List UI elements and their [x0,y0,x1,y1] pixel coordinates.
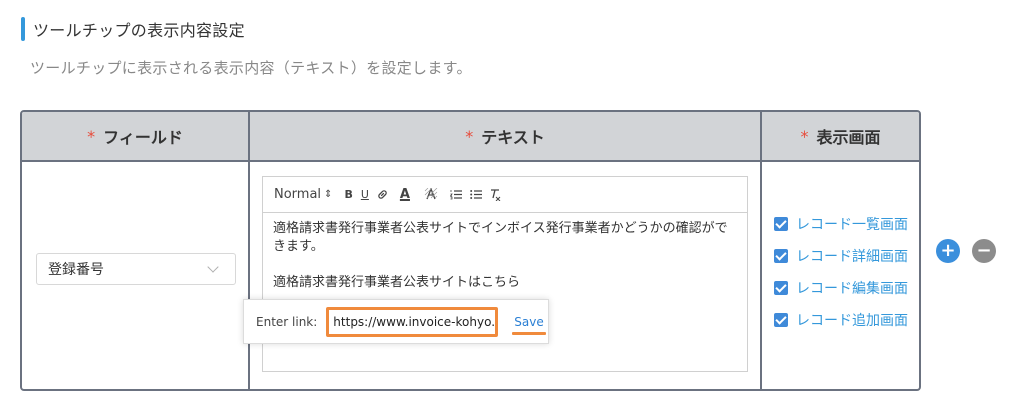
text-color-button[interactable]: A [400,187,410,202]
ordered-list-icon [449,190,462,200]
ordered-list-button[interactable] [449,189,462,200]
sort-arrows-icon: ⇕ [324,189,333,200]
editor-toolbar: Normal ⇕ B U A [263,177,747,213]
checkbox-label: レコード追加画面 [796,313,908,329]
section-title: ツールチップの表示内容設定 [21,17,245,41]
column-divider [760,112,762,389]
chevron-down-icon [207,261,219,273]
field-select-value: 登録番号 [48,262,104,278]
required-mark: * [800,126,809,146]
highlight-button[interactable] [424,188,438,201]
checkbox-label: レコード一覧画面 [796,217,908,233]
checkbox-label: レコード詳細画面 [796,249,908,265]
tooltip-settings-table: * フィールド * テキスト * 表示画面 登録番号 Normal ⇕ B U … [20,110,921,391]
section-description: ツールチップに表示される表示内容（テキスト）を設定します。 [30,59,472,77]
bullet-list-icon [470,190,482,199]
highlight-icon [424,188,438,200]
clear-format-icon [490,188,501,201]
title-accent-bar [21,17,25,41]
link-url-input[interactable]: https://www.invoice-kohyo.n [326,306,499,337]
required-mark: * [465,126,474,146]
link-save-button[interactable]: Save [512,315,547,335]
header-screen: * 表示画面 [762,112,919,162]
bullet-list-button[interactable] [470,189,482,200]
checkbox-label: レコード編集画面 [796,281,908,297]
clear-format-button[interactable] [490,188,501,201]
plus-icon: + [940,240,956,261]
link-button[interactable] [377,189,388,200]
editor-paragraph: 適格請求書発行事業者公表サイトでインボイス発行事業者かどうかの確認ができます。 [273,221,728,254]
editor-empty-line [273,256,737,274]
remove-row-button[interactable]: − [972,239,996,263]
checkbox-detail-screen[interactable]: レコード詳細画面 [774,240,908,272]
editor-content[interactable]: 適格請求書発行事業者公表サイトでインボイス発行事業者かどうかの確認ができます。 … [263,213,747,299]
required-mark: * [87,126,96,146]
add-row-button[interactable]: + [936,239,960,263]
format-dropdown-label: Normal [274,187,322,202]
checkbox-edit-screen[interactable]: レコード編集画面 [774,272,908,304]
column-divider [248,112,250,389]
link-icon [378,190,387,199]
underline-button[interactable]: U [361,188,369,201]
field-select[interactable]: 登録番号 [36,253,236,285]
link-tooltip-popup: Enter link: https://www.invoice-kohyo.n … [243,299,549,344]
screen-checkbox-list: レコード一覧画面 レコード詳細画面 レコード編集画面 レコード追加画面 [774,208,908,336]
checkbox-checked-icon[interactable] [774,249,788,263]
checkbox-add-screen[interactable]: レコード追加画面 [774,304,908,336]
header-text: * テキスト [250,112,760,162]
bold-button[interactable]: B [344,188,352,201]
minus-icon: − [976,240,992,261]
header-screen-label: 表示画面 [816,128,881,147]
header-field-label: フィールド [103,128,183,147]
header-field: * フィールド [22,112,248,162]
link-label: Enter link: [256,314,318,329]
checkbox-list-screen[interactable]: レコード一覧画面 [774,208,908,240]
editor-paragraph: 適格請求書発行事業者公表サイトはこちら [273,275,521,290]
header-text-label: テキスト [481,128,545,147]
checkbox-checked-icon[interactable] [774,281,788,295]
checkbox-checked-icon[interactable] [774,217,788,231]
checkbox-checked-icon[interactable] [774,313,788,327]
format-dropdown[interactable]: Normal ⇕ [274,187,332,202]
section-title-text: ツールチップの表示内容設定 [33,21,245,40]
